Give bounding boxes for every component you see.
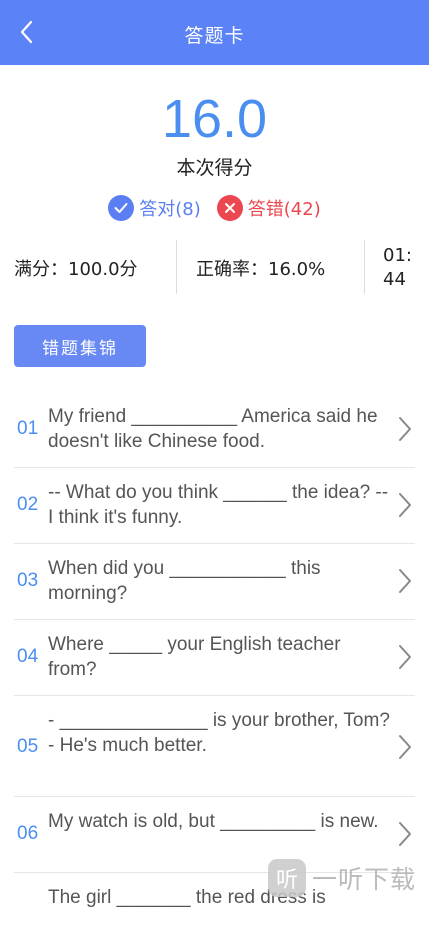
correct-count: 答对(8) <box>108 195 201 221</box>
question-number: 05 <box>17 736 39 757</box>
page-title: 答题卡 <box>184 25 245 47</box>
chevron-right-icon <box>399 645 411 669</box>
question-number: 01 <box>17 418 39 439</box>
question-item-04[interactable]: 04 Where _____ your English teacher from… <box>14 620 415 696</box>
elapsed-time: 01:44 <box>383 245 412 290</box>
question-number: 06 <box>17 823 39 844</box>
question-item-03[interactable]: 03 When did you ___________ this morning… <box>14 544 415 620</box>
question-item-05[interactable]: 05 - ______________ is your brother, Tom… <box>14 696 415 797</box>
watermark-logo: 听 <box>268 858 306 897</box>
question-number: 02 <box>17 494 39 515</box>
question-number: 03 <box>17 570 39 591</box>
cross-icon <box>216 195 243 221</box>
question-text: - ______________ is your brother, Tom? -… <box>48 710 390 756</box>
header-bar: 答题卡 <box>0 0 429 65</box>
question-text: -- What do you think ______ the idea? --… <box>48 482 389 528</box>
watermark-text: 一听下载 <box>312 864 417 894</box>
question-text: My watch is old, but _________ is new. <box>48 811 379 832</box>
wrong-label: 答错(42) <box>247 199 321 220</box>
score-label: 本次得分 <box>176 157 253 179</box>
chevron-right-icon <box>399 417 411 441</box>
divider <box>364 240 365 294</box>
question-number: 04 <box>17 646 39 667</box>
chevron-right-icon <box>399 493 411 517</box>
full-score: 满分：100.0分 <box>14 259 138 280</box>
question-item-01[interactable]: 01 My friend __________ America said he … <box>14 392 415 468</box>
question-text: Where _____ your English teacher from? <box>48 634 341 680</box>
chevron-right-icon <box>399 735 411 759</box>
correct-label: 答对(8) <box>139 199 201 220</box>
check-icon <box>108 195 135 221</box>
watermark: 听 一听下载 <box>268 855 429 900</box>
wrong-count: 答错(42) <box>216 195 321 221</box>
divider <box>176 240 177 294</box>
wrong-questions-button[interactable]: 错题集锦 <box>14 325 146 367</box>
accuracy: 正确率：16.0% <box>196 259 326 280</box>
chevron-right-icon <box>399 569 411 593</box>
question-item-02[interactable]: 02 -- What do you think ______ the idea?… <box>14 468 415 544</box>
score-value: 16.0 <box>161 89 268 149</box>
answer-stats: 答对(8) 答错(42) <box>0 194 429 222</box>
question-text: My friend __________ America said he doe… <box>48 406 378 452</box>
chevron-right-icon <box>399 822 411 846</box>
question-text: When did you ___________ this morning? <box>48 558 321 604</box>
